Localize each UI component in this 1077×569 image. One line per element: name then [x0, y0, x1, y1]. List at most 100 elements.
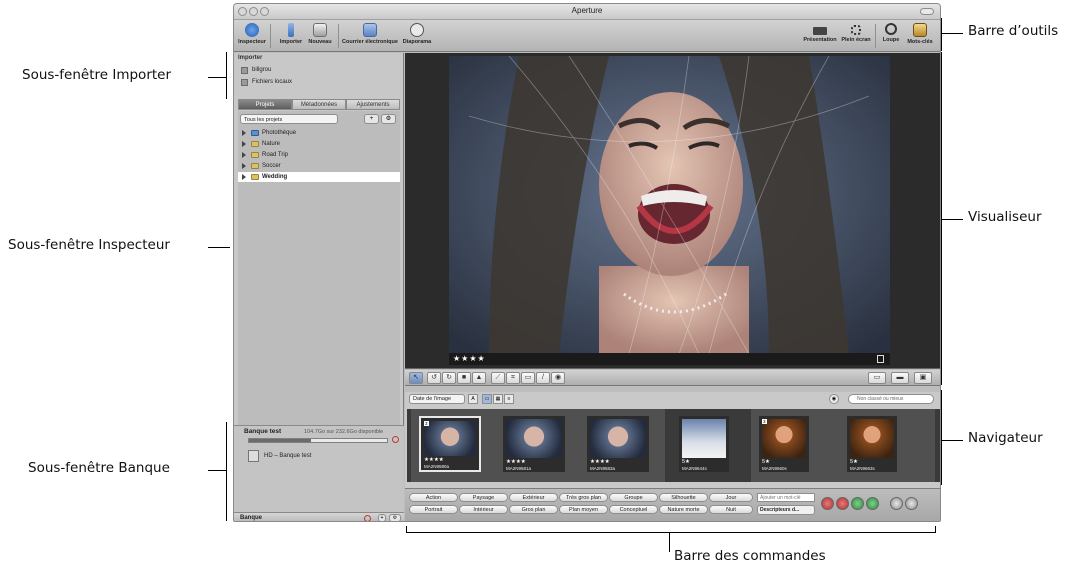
keyword-button[interactable]: Plan moyen — [559, 505, 608, 514]
main-viewer-button[interactable]: ▬ — [891, 372, 909, 384]
keyword-button[interactable]: Groupe — [609, 493, 658, 502]
email-button[interactable]: Courrier électronique — [342, 23, 398, 45]
crop-button[interactable]: ⌗ — [506, 372, 520, 384]
layout-button[interactable]: ▣ — [914, 372, 932, 384]
keyword-button[interactable]: Action — [409, 493, 458, 502]
presentation-icon — [813, 27, 827, 35]
disclosure-triangle-icon[interactable] — [242, 141, 246, 147]
keyword-button[interactable]: Conceptuel — [609, 505, 658, 514]
decrease-rating-button[interactable] — [836, 497, 849, 510]
callout-line — [669, 532, 670, 552]
keyword-button[interactable]: Jour — [709, 493, 753, 502]
keyword-button[interactable]: Extérieur — [509, 493, 558, 502]
reject-button[interactable] — [821, 497, 834, 510]
project-actions-button[interactable]: ⚙ — [381, 114, 396, 124]
stamp-button[interactable]: ■ — [457, 372, 471, 384]
lift-button[interactable]: ▲ — [472, 372, 486, 384]
toolbar: Inspecteur Importer Nouveau Courrier éle… — [234, 20, 940, 52]
keyword-button[interactable]: Nature morte — [659, 505, 708, 514]
spot-patch-icon: ▭ — [524, 374, 532, 381]
thumbnail[interactable]: 3 5★ MA2N9660s — [759, 416, 809, 472]
rotate-left-button[interactable]: ↺ — [427, 372, 441, 384]
previous-image-button[interactable] — [890, 497, 903, 510]
window-title: Aperture — [571, 6, 603, 15]
import-source-item[interactable]: billgrou — [238, 65, 398, 76]
keyword-preset-select[interactable]: Descripteurs d... — [757, 505, 815, 515]
tab-projects[interactable]: Projets — [238, 99, 292, 110]
thumbnail[interactable]: 3 ★★★★ MA2N9580a — [419, 416, 481, 472]
straighten-button[interactable]: ⟋ — [491, 372, 505, 384]
thumbnail[interactable]: ★★★★ MA2N9583a — [587, 416, 649, 472]
thumbnail[interactable]: 5★ MA2N9663s — [847, 416, 897, 472]
projects-filter-select[interactable]: Tous les projets — [240, 114, 338, 124]
inspector-button[interactable]: Inspecteur — [238, 23, 266, 45]
keyword-button[interactable]: Très gros plan — [559, 493, 608, 502]
update-vaults-icon[interactable] — [364, 515, 371, 521]
email-label: Courrier électronique — [342, 39, 398, 45]
vault-sync-icon[interactable] — [392, 436, 399, 443]
keyword-button[interactable]: Gros plan — [509, 505, 558, 514]
project-item-library[interactable]: Photothèque — [238, 128, 400, 138]
disclosure-triangle-icon[interactable] — [242, 163, 246, 169]
callout-toolbar: Barre d’outils — [968, 23, 1059, 39]
increase-rating-button[interactable] — [851, 497, 864, 510]
grid-view-button[interactable]: ▦ — [493, 394, 503, 404]
list-view-button[interactable]: ≡ — [504, 394, 514, 404]
keyword-button[interactable]: Portrait — [409, 505, 458, 514]
project-item-nature[interactable]: Nature — [238, 139, 400, 149]
presentation-button[interactable]: Présentation — [802, 23, 838, 43]
search-filter-field[interactable]: Non classé ou mieux — [848, 394, 934, 404]
new-button[interactable]: Nouveau — [307, 23, 333, 45]
project-item-wedding[interactable]: Wedding — [238, 172, 400, 182]
disclosure-triangle-icon[interactable] — [242, 174, 246, 180]
callout-bracket — [941, 52, 942, 385]
rotate-right-button[interactable]: ↻ — [442, 372, 456, 384]
brush-button[interactable]: / — [536, 372, 550, 384]
keyword-button[interactable]: Silhouette — [659, 493, 708, 502]
add-vault-button[interactable]: + — [378, 514, 386, 521]
thumbnail[interactable]: 5★ MA2N9644s — [679, 416, 729, 472]
import-button[interactable]: Importer — [278, 23, 304, 45]
fullscreen-icon — [851, 25, 861, 35]
vault-actions-button[interactable]: ⚙ — [389, 514, 401, 521]
eye-icon[interactable]: ◉ — [829, 394, 839, 404]
thumbnail[interactable]: ★★★★ MA2N9581a — [503, 416, 565, 472]
sort-select[interactable]: Date de l'image — [409, 394, 465, 404]
add-project-button[interactable]: + — [364, 114, 379, 124]
disclosure-triangle-icon[interactable] — [242, 130, 246, 136]
control-bar: Action Paysage Extérieur Très gros plan … — [405, 488, 940, 521]
aperture-window: Aperture Inspecteur Importer Nouveau Cou… — [233, 3, 941, 522]
keyword-button[interactable]: Nuit — [709, 505, 753, 514]
red-eye-button[interactable]: ◉ — [551, 372, 565, 384]
import-source-item[interactable]: Fichiers locaux — [238, 77, 398, 88]
monitor-icon: ▭ — [873, 374, 881, 381]
drive-icon — [241, 67, 248, 74]
sort-direction-button[interactable]: A — [468, 394, 478, 404]
keyword-button[interactable]: Paysage — [459, 493, 508, 502]
fullscreen-button[interactable]: Plein écran — [841, 23, 871, 43]
toolbar-toggle-button[interactable] — [920, 8, 934, 15]
tab-adjustments[interactable]: Ajustements — [346, 99, 400, 110]
viewer-mode-button[interactable]: ▭ — [868, 372, 886, 384]
new-label: Nouveau — [308, 39, 332, 45]
loupe-button[interactable]: Loupe — [880, 23, 902, 43]
red-eye-icon: ◉ — [554, 374, 562, 381]
next-image-button[interactable] — [905, 497, 918, 510]
add-keyword-input[interactable]: Ajouter un mot-clé — [757, 493, 815, 502]
viewer: ★★★★ — [405, 53, 940, 369]
vault-usage-fill — [249, 439, 312, 442]
disclosure-triangle-icon[interactable] — [242, 152, 246, 158]
select-button[interactable] — [866, 497, 879, 510]
keyword-button[interactable]: Intérieur — [459, 505, 508, 514]
vault-item[interactable]: HD – Banque test — [248, 450, 311, 462]
project-item-soccer[interactable]: Soccer — [238, 161, 400, 171]
keywords-button[interactable]: Mots-clés — [906, 23, 934, 45]
select-tool-button[interactable]: ↖ — [409, 372, 423, 384]
slideshow-button[interactable]: Diaporama — [402, 23, 432, 45]
filmstrip-view-button[interactable]: ▭ — [482, 394, 492, 404]
figure: Barre d’outils Sous-fenêtre Importer Vis… — [0, 0, 1077, 569]
spot-patch-button[interactable]: ▭ — [521, 372, 535, 384]
tab-metadata[interactable]: Métadonnées — [292, 99, 346, 110]
project-item-road-trip[interactable]: Road Trip — [238, 150, 400, 160]
import-label: Importer — [279, 39, 303, 45]
